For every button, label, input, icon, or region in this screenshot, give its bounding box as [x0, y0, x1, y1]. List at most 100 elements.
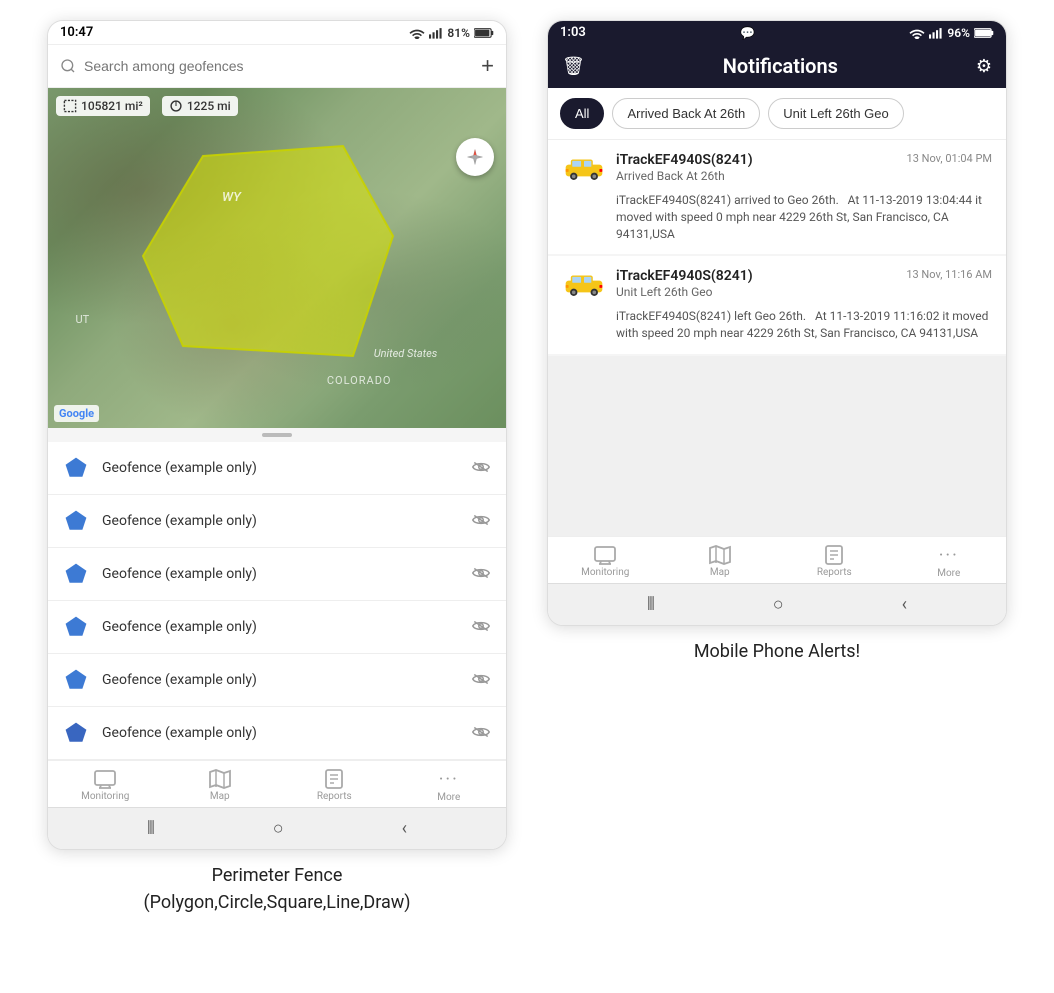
- right-android-nav: ⦀ ○ ‹: [548, 583, 1006, 625]
- delete-icon[interactable]: 🗑: [562, 56, 585, 77]
- list-item[interactable]: Geofence (example only): [48, 548, 506, 601]
- notif-header-2: iTrackEF4940S(8241) Unit Left 26th Geo 1…: [562, 268, 992, 302]
- geofence-icon-3: [64, 562, 88, 586]
- right-nav-more[interactable]: ··· More: [892, 545, 1007, 579]
- car-icon-1: [562, 152, 606, 186]
- android-back-icon-right[interactable]: ‹: [902, 594, 907, 615]
- nav-more[interactable]: ··· More: [392, 769, 507, 803]
- signal-icon-right: [929, 27, 943, 39]
- map-stat-area: 105821 mi²: [56, 96, 150, 116]
- google-logo: Google: [54, 405, 99, 422]
- notification-item-2[interactable]: iTrackEF4940S(8241) Unit Left 26th Geo 1…: [548, 256, 1006, 354]
- eye-icon-2[interactable]: [472, 512, 490, 531]
- left-time: 10:47: [60, 25, 93, 40]
- notif-body-2: iTrackEF4940S(8241) left Geo 26th. At 11…: [562, 308, 992, 342]
- notif-time-1: 13 Nov, 01:04 PM: [907, 152, 992, 165]
- android-back-icon[interactable]: ‹: [402, 818, 407, 839]
- map-label-us: United States: [374, 347, 438, 360]
- notif-meta-1: iTrackEF4940S(8241) Arrived Back At 26th: [616, 152, 897, 183]
- notifications-header: 🗑 Notifications ⚙: [548, 44, 1006, 88]
- reports-icon: [323, 769, 345, 789]
- list-item[interactable]: Geofence (example only): [48, 495, 506, 548]
- map-stats: 105821 mi² 1225 mi: [56, 96, 238, 116]
- map-label-wy: WY: [222, 190, 241, 205]
- geofence-name-1: Geofence (example only): [102, 460, 458, 476]
- battery-icon: [474, 27, 494, 39]
- android-home-icon[interactable]: ○: [273, 818, 284, 839]
- eye-icon-3[interactable]: [472, 565, 490, 584]
- left-caption: Perimeter Fence(Polygon,Circle,Square,Li…: [143, 862, 410, 916]
- geofence-icon-1: [64, 456, 88, 480]
- eye-icon-6[interactable]: [472, 724, 490, 743]
- geofence-name-4: Geofence (example only): [102, 619, 458, 635]
- nav-map[interactable]: Map: [163, 769, 278, 803]
- geofence-icon-4: [64, 615, 88, 639]
- search-input[interactable]: [84, 58, 473, 74]
- distance-icon: [169, 99, 183, 113]
- search-bar: +: [48, 45, 506, 88]
- android-menu-icon[interactable]: ⦀: [147, 818, 155, 839]
- battery-icon-right: [974, 27, 994, 39]
- right-caption: Mobile Phone Alerts!: [694, 638, 860, 665]
- search-icon: [60, 58, 76, 74]
- notif-meta-2: iTrackEF4940S(8241) Unit Left 26th Geo: [616, 268, 896, 299]
- filter-tabs: All Arrived Back At 26th Unit Left 26th …: [548, 88, 1006, 140]
- left-status-bar: 10:47 81%: [48, 21, 506, 45]
- nav-more-label: More: [437, 792, 460, 803]
- left-phone-frame: 10:47 81%: [47, 20, 507, 850]
- android-menu-icon-right[interactable]: ⦀: [647, 594, 655, 615]
- filter-left[interactable]: Unit Left 26th Geo: [768, 98, 904, 129]
- geofence-icon-5: [64, 668, 88, 692]
- right-nav-monitoring[interactable]: Monitoring: [548, 545, 663, 579]
- vehicle-icon-2: [562, 270, 606, 300]
- vehicle-icon-1: [562, 154, 606, 184]
- geofence-polygon: [123, 136, 403, 380]
- filter-arrived[interactable]: Arrived Back At 26th: [612, 98, 760, 129]
- car-icon-2: [562, 268, 606, 302]
- list-item[interactable]: Geofence (example only): [48, 707, 506, 760]
- nav-reports[interactable]: Reports: [277, 769, 392, 803]
- geofence-name-6: Geofence (example only): [102, 725, 458, 741]
- right-nav-monitoring-label: Monitoring: [581, 567, 629, 578]
- compass-button[interactable]: [456, 138, 494, 176]
- left-android-nav: ⦀ ○ ‹: [48, 807, 506, 849]
- notif-device-2: iTrackEF4940S(8241): [616, 268, 896, 284]
- geofence-name-5: Geofence (example only): [102, 672, 458, 688]
- nav-map-label: Map: [210, 791, 230, 802]
- right-nav-reports[interactable]: Reports: [777, 545, 892, 579]
- nav-reports-label: Reports: [317, 791, 352, 802]
- notif-header-1: iTrackEF4940S(8241) Arrived Back At 26th…: [562, 152, 992, 186]
- empty-area: [548, 356, 1006, 536]
- right-nav-map[interactable]: Map: [663, 545, 778, 579]
- right-time: 1:03: [560, 25, 586, 40]
- filter-all[interactable]: All: [560, 98, 604, 129]
- nav-monitoring-label: Monitoring: [81, 791, 129, 802]
- left-battery-text: 81%: [447, 26, 470, 40]
- monitoring-icon-right: [593, 545, 617, 565]
- eye-icon-5[interactable]: [472, 671, 490, 690]
- map-background: 105821 mi² 1225 mi: [48, 88, 506, 428]
- map-container[interactable]: 105821 mi² 1225 mi: [48, 88, 506, 428]
- list-item[interactable]: Geofence (example only): [48, 601, 506, 654]
- right-phone-wrapper: 1:03 💬 96%: [547, 20, 1007, 665]
- eye-icon-1[interactable]: [472, 459, 490, 478]
- android-home-icon-right[interactable]: ○: [773, 594, 784, 615]
- scroll-dot: [262, 433, 292, 437]
- settings-icon[interactable]: ⚙: [976, 56, 992, 77]
- notif-event-2: Unit Left 26th Geo: [616, 285, 896, 299]
- add-button[interactable]: +: [481, 53, 494, 79]
- list-item[interactable]: Geofence (example only): [48, 654, 506, 707]
- wifi-icon-right: [909, 27, 925, 39]
- nav-monitoring[interactable]: Monitoring: [48, 769, 163, 803]
- notification-item-1[interactable]: iTrackEF4940S(8241) Arrived Back At 26th…: [548, 140, 1006, 254]
- geofence-name-2: Geofence (example only): [102, 513, 458, 529]
- eye-icon-4[interactable]: [472, 618, 490, 637]
- chat-icon: 💬: [740, 26, 755, 40]
- map-label-co: COLORADO: [327, 374, 392, 387]
- map-label-ut: UT: [75, 313, 89, 326]
- notif-time-2: 13 Nov, 11:16 AM: [906, 268, 992, 281]
- geofence-icon-2: [64, 509, 88, 533]
- right-nav-map-label: Map: [710, 567, 730, 578]
- list-item[interactable]: Geofence (example only): [48, 442, 506, 495]
- notif-body-1: iTrackEF4940S(8241) arrived to Geo 26th.…: [562, 192, 992, 242]
